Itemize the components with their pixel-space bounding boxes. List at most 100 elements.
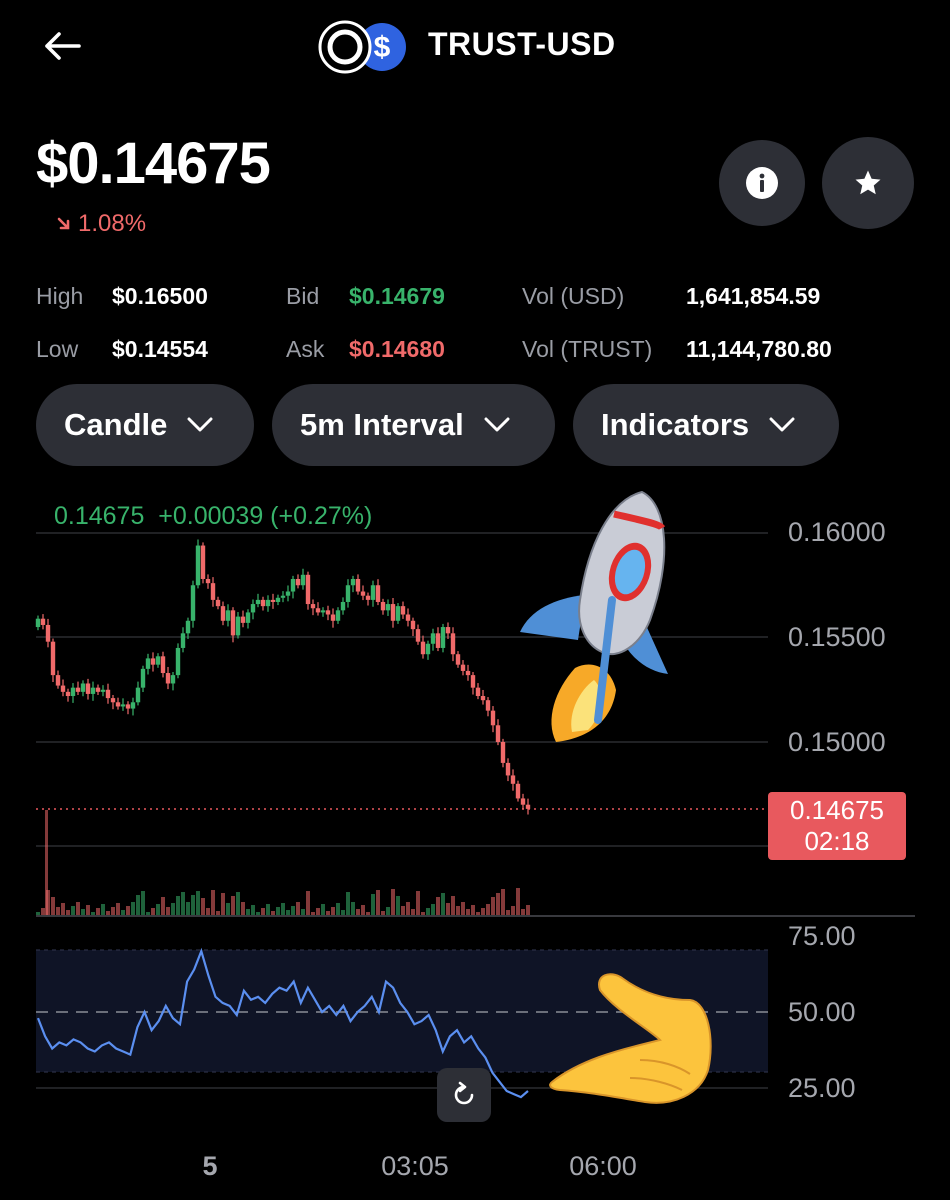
volume-bar (151, 908, 155, 915)
candle-body (525, 804, 531, 809)
volume-bar (296, 902, 300, 915)
svg-text:$: $ (374, 31, 391, 64)
interval-dropdown[interactable]: 5m Interval (272, 384, 555, 466)
candle-body (315, 608, 321, 613)
candle-body (120, 704, 126, 707)
volume-bar (486, 904, 490, 915)
ask-value: $0.14680 (349, 336, 445, 362)
volume-bar (466, 909, 470, 915)
volume-bar (131, 902, 135, 915)
volume-bar (321, 904, 325, 915)
candle-body (275, 597, 281, 602)
volume-bar (336, 903, 340, 915)
volume-bar (111, 907, 115, 915)
candle-body (435, 633, 441, 648)
candle-countdown: 02:18 (804, 826, 870, 856)
candle-body (355, 578, 361, 592)
volume-bar (156, 904, 160, 915)
volume-bar (96, 908, 100, 915)
volume-bar (81, 909, 85, 915)
volume-bar (376, 890, 380, 915)
price-tick-label: 0.15500 (788, 622, 886, 652)
rsi-tick-label: 25.00 (788, 1073, 856, 1103)
low-label: Low (36, 336, 79, 362)
price-tick-label: 0.16000 (788, 517, 886, 547)
candle-body (325, 610, 331, 615)
candle-body (300, 574, 306, 586)
volume-bar (271, 911, 275, 915)
candle-body (175, 647, 181, 676)
volume-bar (56, 907, 60, 915)
candle-body (65, 691, 71, 697)
volume-bar (66, 910, 70, 915)
volume-bar (141, 891, 145, 915)
price-change-value: 1.08% (78, 210, 147, 237)
candle-body (165, 673, 171, 684)
ask-label: Ask (286, 336, 325, 362)
reset-zoom-button[interactable] (437, 1068, 491, 1122)
candle-body (310, 604, 316, 609)
candle-body (445, 627, 451, 634)
volume-bar (316, 908, 320, 915)
volume-bar (301, 909, 305, 915)
candle-body (375, 585, 381, 602)
candle-body (180, 633, 186, 648)
volume-bar (441, 893, 445, 915)
candle-body (260, 599, 266, 607)
candle-body (430, 633, 436, 644)
chart-type-label: Candle (64, 407, 168, 442)
candle-body (75, 687, 81, 692)
volume-bar (76, 902, 80, 915)
candle-body (200, 545, 206, 579)
volume-bar (236, 892, 240, 915)
favorite-button[interactable] (822, 137, 914, 229)
volume-bar (51, 897, 55, 915)
volume-bar (191, 895, 195, 915)
indicators-dropdown[interactable]: Indicators (573, 384, 839, 466)
volume-bar (116, 903, 120, 915)
candle-body (225, 610, 231, 621)
volume-bar (491, 897, 495, 915)
volume-bar (311, 912, 315, 915)
volume-bar (146, 912, 150, 915)
candle-body (330, 614, 336, 621)
volume-bar (351, 902, 355, 915)
volume-bar (446, 903, 450, 915)
candle-body (45, 624, 51, 642)
volume-bar (251, 905, 255, 915)
chart-type-dropdown[interactable]: Candle (36, 384, 254, 466)
volume-bar (266, 904, 270, 915)
candle-body (285, 591, 291, 596)
candle-body (210, 583, 216, 600)
volume-bar (391, 889, 395, 915)
candle-body (450, 633, 456, 655)
candles (35, 539, 531, 815)
back-button[interactable] (40, 24, 84, 68)
price-change: 1.08% (56, 210, 146, 238)
volume-bar (426, 908, 430, 915)
info-button[interactable] (719, 140, 805, 226)
page-title: TRUST-USD (428, 26, 616, 62)
volume-bar (506, 910, 510, 915)
candle-body (490, 710, 496, 726)
candle-body (100, 689, 106, 692)
candle-body (195, 545, 201, 586)
candle-body (130, 702, 136, 709)
time-tick-label: 5 (202, 1151, 217, 1181)
vol-trust-value: 11,144,780.80 (686, 336, 832, 362)
candle-body (380, 601, 386, 611)
candle-body (160, 656, 166, 674)
volume-bar (451, 896, 455, 915)
volume-bar (481, 908, 485, 915)
star-icon (855, 170, 881, 195)
volume-bar (471, 905, 475, 915)
candle-body (215, 599, 221, 607)
volume-bar (406, 902, 410, 915)
candle-body (115, 702, 121, 707)
volume-bar (186, 902, 190, 915)
candle-body (405, 614, 411, 621)
volume-bar (136, 895, 140, 915)
chart-legend: 0.14675 +0.00039 (+0.27%) (54, 502, 372, 530)
bid-label: Bid (286, 283, 320, 309)
volume-bar (166, 907, 170, 915)
